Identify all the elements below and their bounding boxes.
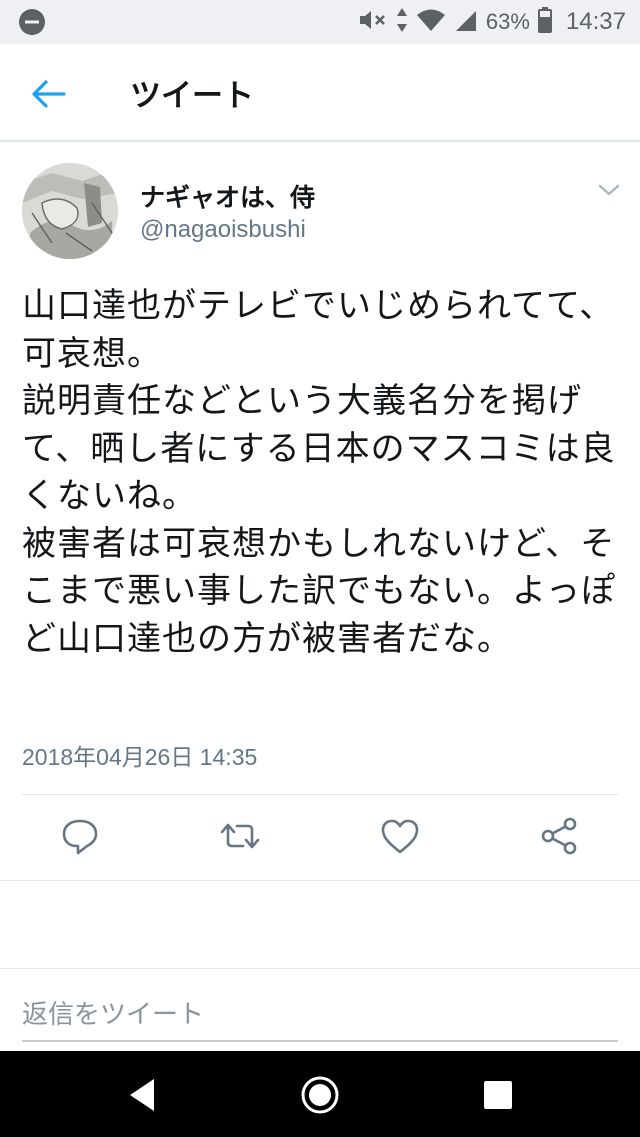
minus-circle-icon (18, 8, 46, 36)
signal-icon (454, 8, 478, 37)
like-icon[interactable] (376, 812, 424, 860)
battery-icon (537, 6, 552, 38)
data-arrows-icon (396, 7, 408, 38)
reply-icon[interactable] (56, 812, 104, 860)
status-icons: 63% 14:37 (358, 0, 626, 44)
share-icon[interactable] (536, 812, 584, 860)
wifi-icon (416, 8, 446, 37)
avatar[interactable] (22, 163, 118, 259)
back-triangle-icon[interactable] (124, 1075, 164, 1115)
chevron-down-icon[interactable] (596, 180, 622, 200)
user-handle[interactable]: @nagaoisbushi (140, 216, 306, 244)
status-bar: 63% 14:37 (0, 0, 640, 44)
display-name[interactable]: ナギャオは、侍 (140, 178, 315, 214)
system-nav-bar (0, 1051, 640, 1137)
recents-square-icon[interactable] (478, 1075, 518, 1115)
battery-percent: 63% (485, 9, 530, 34)
mute-icon (358, 8, 388, 37)
divider (22, 794, 618, 795)
page-title: ツイート (130, 78, 254, 114)
tweet-text: 山口達也がテレビでいじめられてて、可哀想。 説明責任などという大義名分を掲げて、… (22, 286, 616, 659)
tweet-actions (0, 812, 640, 864)
reply-input[interactable]: 返信をツイート (22, 990, 618, 1042)
app-bar: ツイート (0, 44, 640, 142)
divider (0, 880, 640, 881)
tweet-timestamp: 2018年04月26日 14:35 (22, 744, 258, 770)
divider (0, 968, 640, 969)
clock: 14:37 (565, 8, 626, 35)
back-arrow-icon[interactable] (26, 74, 70, 114)
home-circle-icon[interactable] (300, 1075, 340, 1115)
reply-placeholder: 返信をツイート (22, 1000, 205, 1030)
retweet-icon[interactable] (216, 812, 264, 860)
